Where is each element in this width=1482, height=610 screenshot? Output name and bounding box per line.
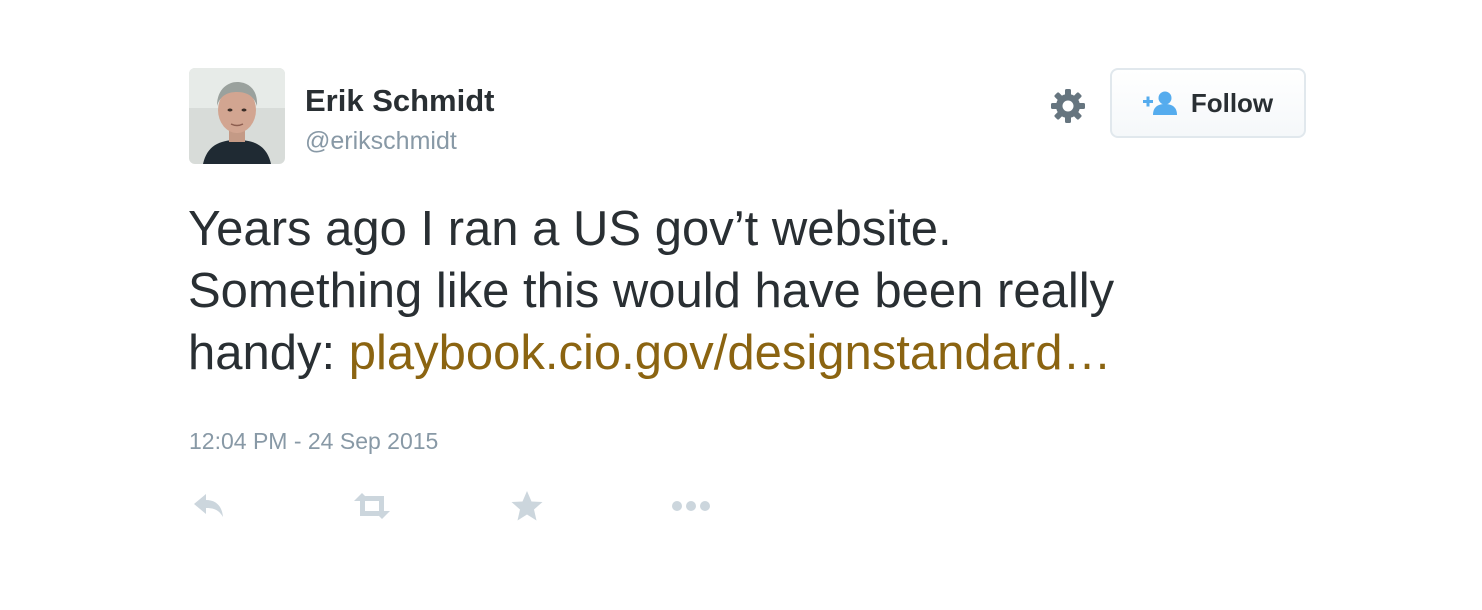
tweet-text-line-2: Something like this would have been real… <box>188 264 1115 318</box>
author-name[interactable]: Erik Schmidt <box>305 82 495 120</box>
add-user-icon <box>1142 91 1177 115</box>
follow-button[interactable]: Follow <box>1110 68 1306 138</box>
reply-icon[interactable] <box>190 488 226 524</box>
more-icon[interactable] <box>670 488 712 524</box>
follow-button-label: Follow <box>1190 88 1274 118</box>
favorite-icon[interactable] <box>510 488 544 524</box>
tweet-link[interactable]: playbook.cio.gov/designstandard… <box>349 326 1112 380</box>
tweet-text-line-3: handy: <box>188 326 349 380</box>
retweet-icon[interactable] <box>352 488 392 524</box>
tweet-text-line-1: Years ago I ran a US gov’t website. <box>188 202 952 256</box>
tweet-timestamp[interactable]: 12:04 PM - 24 Sep 2015 <box>189 426 438 456</box>
tweet-text: Years ago I ran a US gov’t website. Somet… <box>188 198 1308 384</box>
avatar[interactable] <box>189 68 285 164</box>
author-handle[interactable]: @erikschmidt <box>305 125 457 157</box>
gear-icon[interactable] <box>1048 86 1088 126</box>
